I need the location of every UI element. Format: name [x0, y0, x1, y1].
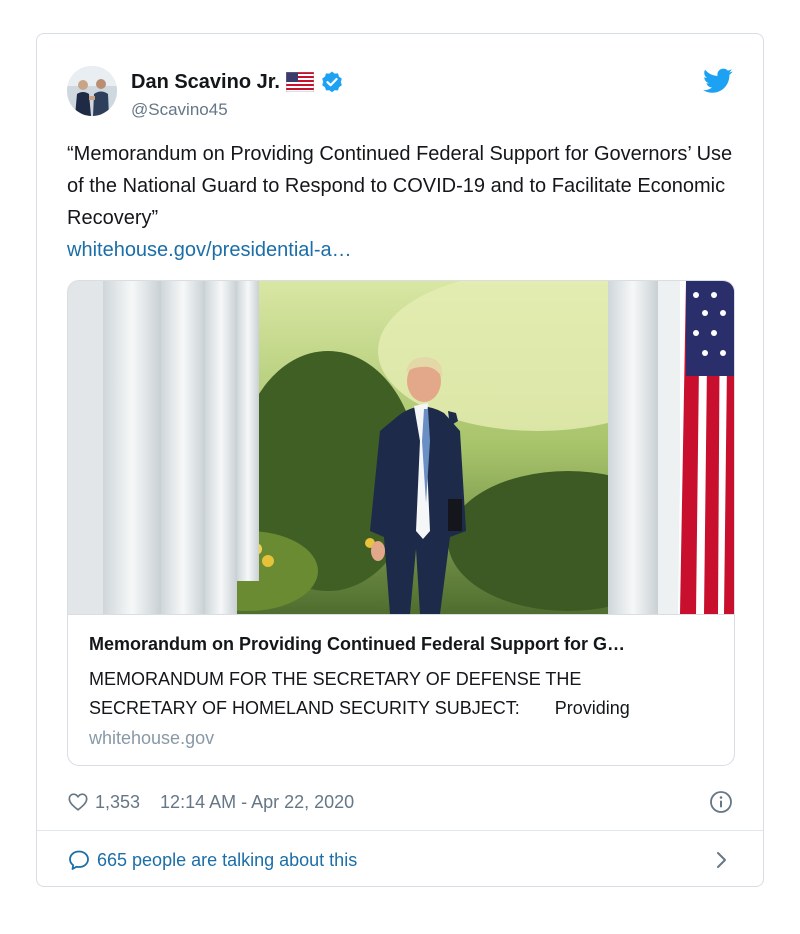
conversation-text[interactable]: 665 people are talking about this	[97, 850, 357, 871]
link-card-domain: whitehouse.gov	[89, 728, 215, 748]
tweet-link[interactable]: whitehouse.gov/presidential-a…	[67, 234, 352, 266]
link-card-description: MEMORANDUM FOR THE SECRETARY OF DEFENSE …	[89, 669, 630, 718]
link-card-meta: Memorandum on Providing Continued Federa…	[68, 614, 734, 765]
comment-icon	[69, 850, 89, 870]
author-handle[interactable]: @Scavino45	[131, 100, 228, 120]
link-card-title: Memorandum on Providing Continued Federa…	[89, 634, 626, 654]
tweet-text: “Memorandum on Providing Continued Feder…	[67, 143, 733, 229]
verified-badge-icon	[320, 70, 344, 94]
link-card-image	[68, 281, 734, 614]
like-count[interactable]: 1,353	[95, 792, 140, 813]
author-row: Dan Scavino Jr. @Scavino45	[67, 62, 733, 122]
stats-row: 1,353 12:14 AM - Apr 22, 2020	[67, 786, 733, 818]
divider	[37, 830, 763, 831]
info-icon[interactable]	[709, 790, 733, 814]
link-card[interactable]: Memorandum on Providing Continued Federa…	[67, 280, 735, 766]
author-name-line: Dan Scavino Jr.	[131, 70, 344, 94]
tweet-card: Dan Scavino Jr. @Scavino45 “Memorandum o…	[36, 33, 764, 887]
heart-icon[interactable]	[67, 791, 89, 813]
author-name[interactable]: Dan Scavino Jr.	[131, 71, 280, 94]
us-flag-icon	[285, 71, 315, 93]
conversation-row[interactable]: 665 people are talking about this	[67, 844, 733, 876]
chevron-right-icon[interactable]	[715, 850, 729, 870]
avatar[interactable]	[67, 66, 117, 116]
timestamp[interactable]: 12:14 AM - Apr 22, 2020	[160, 792, 354, 813]
twitter-bird-icon[interactable]	[703, 68, 733, 94]
